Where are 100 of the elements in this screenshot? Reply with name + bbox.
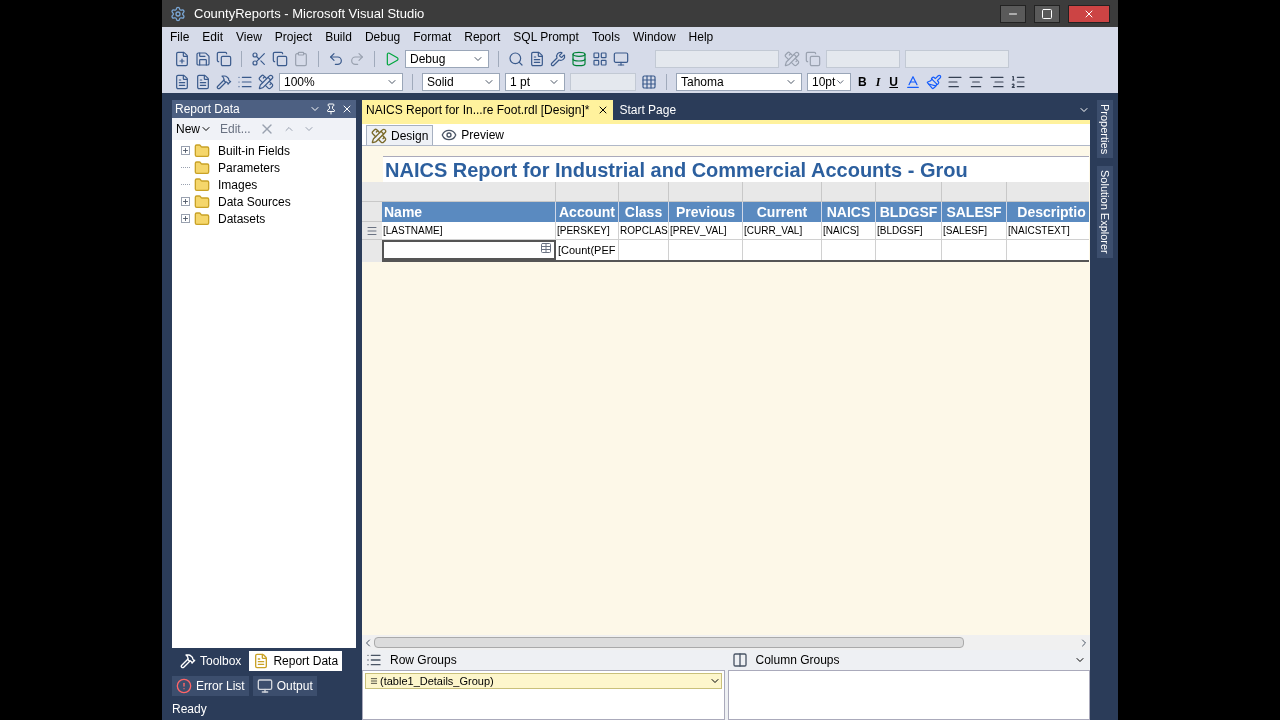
page-icon[interactable]: [174, 73, 190, 90]
folder-icon: [194, 159, 210, 176]
grid-icon[interactable]: [592, 50, 608, 67]
side-tab[interactable]: Properties: [1096, 100, 1114, 159]
column-handle[interactable]: [743, 182, 822, 202]
menu-item[interactable]: Edit: [202, 28, 224, 46]
column-header: SALESF: [942, 202, 1007, 222]
new-project-icon[interactable]: [174, 50, 190, 67]
document-tab[interactable]: NAICS Report for In...re Foot.rdl [Design]*: [362, 100, 614, 120]
font-dropdown[interactable]: Tahoma: [676, 72, 802, 91]
corner-handle: [362, 182, 382, 202]
column-handle[interactable]: [876, 182, 942, 202]
column-handle[interactable]: [619, 182, 669, 202]
expand-icon[interactable]: [180, 146, 190, 155]
column-handle[interactable]: [1007, 182, 1089, 202]
scrollbar-thumb[interactable]: [374, 637, 964, 648]
fill-color-icon[interactable]: [926, 73, 942, 90]
close-button[interactable]: [1068, 4, 1110, 23]
tree-item[interactable]: Images: [180, 176, 356, 193]
italic-button[interactable]: I: [873, 72, 883, 91]
column-header: BLDGSF: [876, 202, 942, 222]
expand-icon[interactable]: [180, 197, 190, 206]
horizontal-scrollbar[interactable]: [362, 635, 1090, 650]
maximize-button[interactable]: [1034, 4, 1060, 23]
font-color-icon[interactable]: [905, 73, 921, 90]
window-icon[interactable]: [613, 50, 629, 67]
new-button[interactable]: New: [176, 120, 212, 138]
folder-icon: [194, 176, 210, 193]
expand-icon[interactable]: [180, 214, 190, 223]
table-cell: ROPCLAS: [619, 222, 669, 240]
tool-window-tab[interactable]: Output: [252, 676, 317, 696]
menu-item[interactable]: Help: [688, 28, 714, 46]
zoom-dropdown[interactable]: 100%: [279, 72, 403, 91]
search-icon[interactable]: [508, 50, 524, 67]
tree-item[interactable]: Parameters: [180, 159, 356, 176]
border-icon[interactable]: [641, 73, 657, 90]
tree-item[interactable]: Data Sources: [180, 193, 356, 210]
save-icon[interactable]: [195, 50, 211, 67]
line-width-dropdown[interactable]: 1 pt: [505, 72, 565, 91]
menu-item[interactable]: Report: [464, 28, 501, 46]
tree-item[interactable]: Built-in Fields: [180, 142, 356, 159]
row-group-item[interactable]: (table1_Details_Group): [365, 673, 722, 689]
copy-icon[interactable]: [272, 50, 288, 67]
column-header: Previous: [669, 202, 743, 222]
edit-button[interactable]: Edit...: [220, 120, 251, 138]
eye-icon: [441, 127, 458, 143]
cut-icon[interactable]: [251, 50, 267, 67]
column-handle[interactable]: [669, 182, 743, 202]
menu-item[interactable]: SQL Prompt: [513, 28, 579, 46]
column-handle[interactable]: [942, 182, 1007, 202]
minimize-button[interactable]: [1000, 4, 1026, 23]
menu-item[interactable]: File: [170, 28, 190, 46]
panel-tab[interactable]: Report Data: [249, 651, 343, 671]
document-tab[interactable]: Start Page: [615, 100, 681, 120]
column-handle[interactable]: [556, 182, 619, 202]
tool-window-tab[interactable]: Error List: [172, 676, 249, 696]
menu-item[interactable]: View: [236, 28, 262, 46]
row-handle[interactable]: [362, 240, 382, 262]
underline-button[interactable]: U: [887, 72, 900, 91]
menu-item[interactable]: Debug: [364, 28, 401, 46]
table-cell: [LASTNAME]: [382, 222, 556, 240]
view-tab[interactable]: Design: [366, 125, 434, 145]
page-icon[interactable]: [195, 73, 211, 90]
pin-icon[interactable]: [325, 103, 337, 115]
menu-item[interactable]: Tools: [591, 28, 620, 46]
column-handle[interactable]: [382, 182, 556, 202]
start-icon[interactable]: [384, 50, 400, 67]
menu-item[interactable]: Build: [325, 28, 352, 46]
column-header: NAICS: [822, 202, 876, 222]
monitor-icon: [256, 678, 273, 694]
row-handle[interactable]: [362, 222, 382, 240]
status-text: Ready: [172, 701, 207, 718]
maximize-icon: [1041, 7, 1053, 20]
column-handle[interactable]: [822, 182, 876, 202]
tree-item[interactable]: Datasets: [180, 210, 356, 227]
configuration-dropdown[interactable]: Debug: [405, 49, 489, 68]
ruler-icon[interactable]: [258, 73, 274, 90]
bold-button[interactable]: B: [856, 72, 869, 91]
panel-tab[interactable]: Toolbox: [176, 651, 246, 671]
view-tab[interactable]: Preview: [437, 125, 509, 145]
row-groups-icon: [366, 652, 382, 668]
save-all-icon[interactable]: [216, 50, 232, 67]
table-cell[interactable]: [382, 240, 556, 260]
document-icon: [253, 653, 270, 669]
column-header: Class: [619, 202, 669, 222]
menu-item[interactable]: Format: [413, 28, 452, 46]
line-style-dropdown[interactable]: Solid: [422, 72, 500, 91]
close-icon[interactable]: [341, 103, 353, 115]
database-icon[interactable]: [571, 50, 587, 67]
row-handle[interactable]: [362, 202, 382, 222]
font-size-dropdown[interactable]: 10pt: [807, 72, 851, 91]
table-cell[interactable]: [Count(PEF: [556, 240, 619, 260]
menu-item[interactable]: Window: [632, 28, 676, 46]
table-cell: [NAICS]: [822, 222, 876, 240]
tools-icon[interactable]: [550, 50, 566, 67]
side-tab[interactable]: Solution Explorer: [1096, 166, 1114, 258]
undo-icon[interactable]: [328, 50, 344, 67]
cell-menu-icon[interactable]: [540, 242, 552, 254]
list-icon[interactable]: [1010, 73, 1026, 90]
menu-item[interactable]: Project: [274, 28, 313, 46]
